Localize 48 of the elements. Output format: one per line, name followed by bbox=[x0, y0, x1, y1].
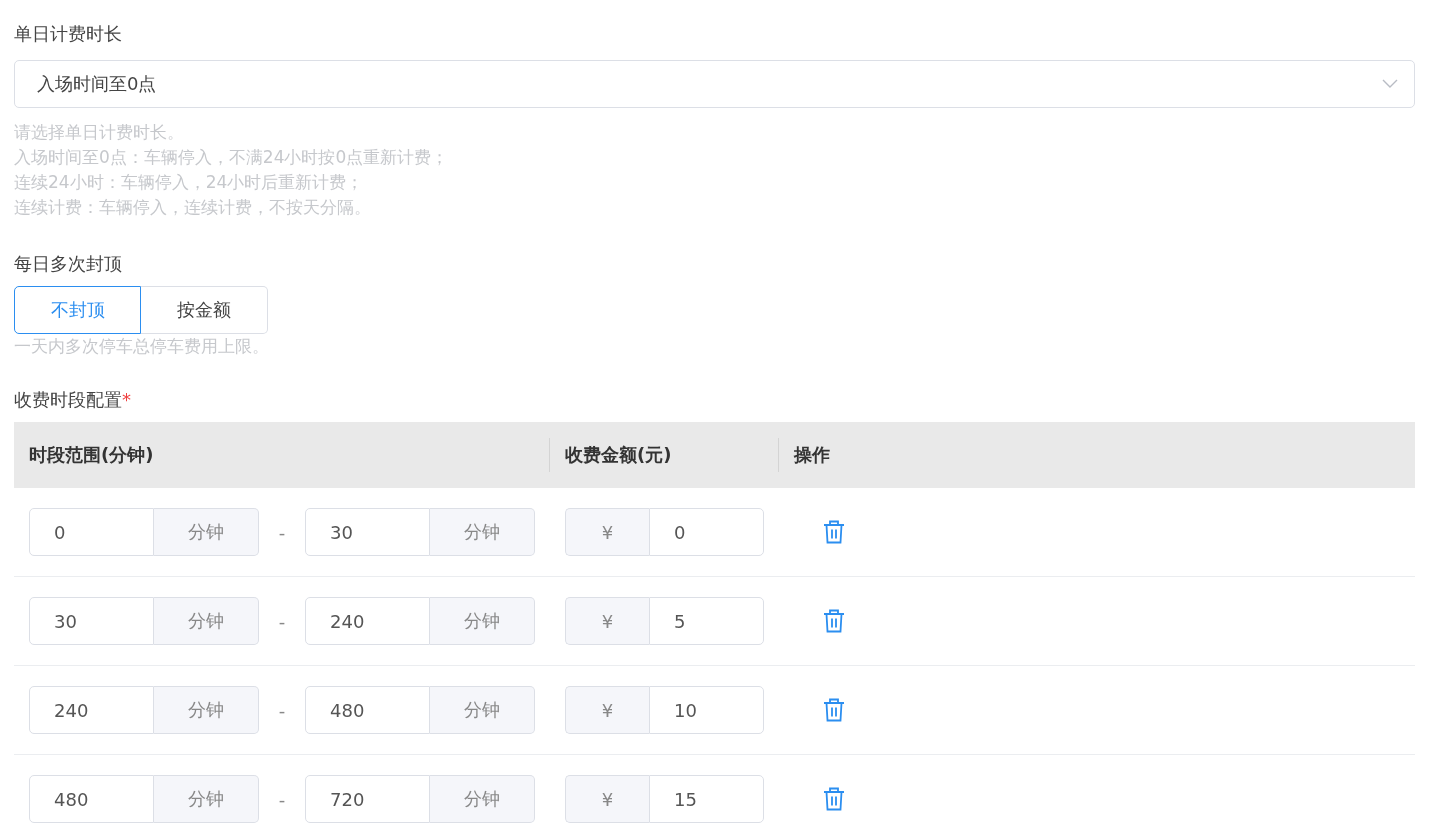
trash-icon[interactable] bbox=[823, 698, 845, 722]
trash-icon[interactable] bbox=[823, 787, 845, 811]
help-text: 连续计费：车辆停入，连续计费，不按天分隔。 bbox=[14, 196, 372, 219]
unit-addon: 分钟 bbox=[154, 508, 259, 556]
required-mark: * bbox=[122, 389, 131, 410]
input-field[interactable]: 30 bbox=[29, 597, 154, 645]
input-field[interactable]: 30 bbox=[305, 508, 430, 556]
field-label: 收费时段配置 bbox=[14, 389, 122, 410]
range-separator: - bbox=[277, 610, 287, 632]
input-field[interactable]: 480 bbox=[305, 686, 430, 734]
segment-option[interactable]: 不封顶 bbox=[14, 286, 141, 334]
field-label: 每日多次封顶 bbox=[14, 252, 123, 276]
segment-option[interactable]: 按金额 bbox=[141, 286, 268, 334]
range-separator: - bbox=[277, 699, 287, 721]
unit-addon: 分钟 bbox=[154, 597, 259, 645]
unit-addon: 分钟 bbox=[430, 775, 535, 823]
help-text: 请选择单日计费时长。 bbox=[14, 121, 185, 144]
chevron-down-icon bbox=[1382, 79, 1398, 89]
range-separator: - bbox=[277, 788, 287, 810]
input-field[interactable]: 0 bbox=[29, 508, 154, 556]
range-separator: - bbox=[277, 521, 287, 543]
unit-addon: ¥ bbox=[565, 686, 649, 734]
unit-addon: 分钟 bbox=[154, 686, 259, 734]
help-text: 连续24小时：车辆停入，24小时后重新计费； bbox=[14, 171, 365, 194]
trash-icon[interactable] bbox=[823, 609, 845, 633]
column-header: 时段范围(分钟) bbox=[28, 443, 155, 467]
unit-addon: 分钟 bbox=[430, 686, 535, 734]
select-field[interactable]: 入场时间至0点 bbox=[14, 60, 1415, 108]
unit-addon: ¥ bbox=[565, 597, 649, 645]
input-field[interactable]: 15 bbox=[649, 775, 764, 823]
input-field[interactable]: 240 bbox=[29, 686, 154, 734]
input-field[interactable]: 5 bbox=[649, 597, 764, 645]
help-text: 入场时间至0点：车辆停入，不满24小时按0点重新计费； bbox=[14, 146, 450, 169]
column-header: 操作 bbox=[778, 438, 1415, 472]
unit-addon: ¥ bbox=[565, 508, 649, 556]
input-field[interactable]: 480 bbox=[29, 775, 154, 823]
unit-addon: 分钟 bbox=[430, 597, 535, 645]
trash-icon[interactable] bbox=[823, 520, 845, 544]
input-field[interactable]: 10 bbox=[649, 686, 764, 734]
column-header: 收费金额(元) bbox=[549, 438, 778, 472]
input-field[interactable]: 720 bbox=[305, 775, 430, 823]
help-text: 一天内多次停车总停车费用上限。 bbox=[14, 335, 270, 358]
unit-addon: ¥ bbox=[565, 775, 649, 823]
input-field[interactable]: 0 bbox=[649, 508, 764, 556]
input-field[interactable]: 240 bbox=[305, 597, 430, 645]
unit-addon: 分钟 bbox=[430, 508, 535, 556]
unit-addon: 分钟 bbox=[154, 775, 259, 823]
field-label: 单日计费时长 bbox=[14, 22, 123, 46]
